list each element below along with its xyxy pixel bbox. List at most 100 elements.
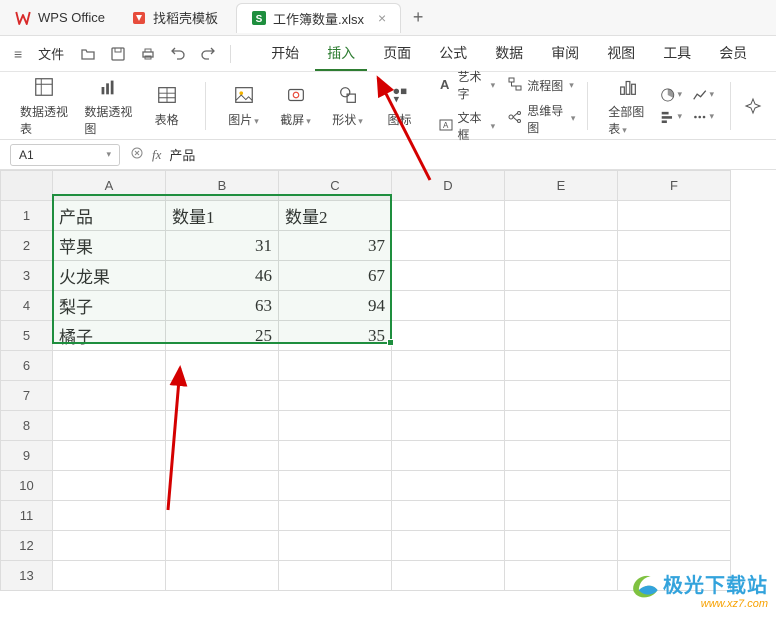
print-icon[interactable] — [134, 40, 162, 68]
cell[interactable] — [166, 561, 279, 591]
cell[interactable] — [166, 411, 279, 441]
row-header[interactable]: 9 — [1, 441, 53, 471]
cell[interactable] — [53, 441, 166, 471]
tab-template[interactable]: 找稻壳模板 — [117, 3, 232, 33]
cell[interactable]: 火龙果 — [53, 261, 166, 291]
row-header[interactable]: 2 — [1, 231, 53, 261]
wordart-button[interactable]: A 艺术字▾ — [434, 66, 500, 104]
cell[interactable] — [53, 381, 166, 411]
cell[interactable] — [166, 471, 279, 501]
cell[interactable] — [505, 351, 618, 381]
cell[interactable] — [279, 411, 392, 441]
cell[interactable]: 苹果 — [53, 231, 166, 261]
cell[interactable] — [392, 261, 505, 291]
cancel-icon[interactable] — [130, 146, 144, 163]
row-header[interactable]: 3 — [1, 261, 53, 291]
cell[interactable]: 67 — [279, 261, 392, 291]
fx-icon[interactable]: fx — [152, 147, 161, 163]
cell[interactable] — [392, 201, 505, 231]
cell[interactable] — [392, 351, 505, 381]
pivot-table-button[interactable]: 数据透视表 — [16, 73, 72, 139]
redo-icon[interactable] — [194, 40, 222, 68]
cell[interactable] — [505, 231, 618, 261]
cell[interactable] — [505, 261, 618, 291]
cell[interactable] — [392, 441, 505, 471]
menu-tab-start[interactable]: 开始 — [259, 37, 311, 71]
menu-tab-member[interactable]: 会员 — [707, 37, 759, 71]
cell[interactable] — [392, 231, 505, 261]
cell[interactable] — [618, 261, 731, 291]
row-header[interactable]: 13 — [1, 561, 53, 591]
menu-tab-view[interactable]: 视图 — [595, 37, 647, 71]
cell[interactable] — [505, 531, 618, 561]
cell[interactable] — [392, 411, 505, 441]
cell[interactable] — [166, 351, 279, 381]
cell[interactable]: 橘子 — [53, 321, 166, 351]
mindmap-button[interactable]: 思维导图▾ — [503, 100, 579, 138]
cell[interactable] — [53, 471, 166, 501]
cell[interactable]: 31 — [166, 231, 279, 261]
menu-tab-insert[interactable]: 插入 — [315, 37, 367, 71]
cell[interactable] — [505, 471, 618, 501]
screenshot-button[interactable]: 截屏▾ — [274, 81, 318, 130]
undo-icon[interactable] — [164, 40, 192, 68]
col-header-E[interactable]: E — [505, 171, 618, 201]
pivot-chart-button[interactable]: 数据透视图 — [80, 73, 136, 139]
cell[interactable] — [392, 381, 505, 411]
picture-button[interactable]: 图片▾ — [222, 81, 266, 130]
row-header[interactable]: 10 — [1, 471, 53, 501]
cell[interactable] — [505, 291, 618, 321]
cell[interactable] — [166, 381, 279, 411]
flowchart-button[interactable]: 流程图▾ — [503, 74, 579, 97]
row-header[interactable]: 6 — [1, 351, 53, 381]
cell[interactable] — [166, 501, 279, 531]
cell[interactable] — [392, 291, 505, 321]
cell[interactable] — [392, 471, 505, 501]
cell[interactable] — [618, 321, 731, 351]
cell[interactable] — [618, 501, 731, 531]
textbox-button[interactable]: A 文本框▾ — [434, 107, 500, 145]
cell[interactable] — [505, 201, 618, 231]
row-header[interactable]: 4 — [1, 291, 53, 321]
cell[interactable] — [618, 471, 731, 501]
bar-chart-icon[interactable]: ▾ — [660, 107, 682, 127]
row-header[interactable]: 7 — [1, 381, 53, 411]
cell[interactable] — [279, 351, 392, 381]
icons-button[interactable]: 图标 — [378, 81, 422, 130]
cell[interactable] — [618, 291, 731, 321]
formula-content[interactable]: 产品 — [169, 145, 195, 164]
cell[interactable] — [279, 381, 392, 411]
pie-chart-icon[interactable]: ▾ — [660, 85, 682, 105]
cell[interactable] — [392, 561, 505, 591]
cell[interactable] — [392, 321, 505, 351]
spreadsheet-grid[interactable]: A B C D E F 1 产品 数量1 数量2 2 苹果 31 37 3 火龙… — [0, 170, 731, 591]
cell[interactable]: 94 — [279, 291, 392, 321]
cell[interactable]: 25 — [166, 321, 279, 351]
cell[interactable] — [392, 531, 505, 561]
col-header-D[interactable]: D — [392, 171, 505, 201]
cell[interactable] — [166, 441, 279, 471]
menu-tab-page[interactable]: 页面 — [371, 37, 423, 71]
cell[interactable] — [618, 351, 731, 381]
cell[interactable] — [53, 501, 166, 531]
cell[interactable] — [618, 231, 731, 261]
cell[interactable]: 46 — [166, 261, 279, 291]
cell[interactable] — [53, 561, 166, 591]
open-icon[interactable] — [74, 40, 102, 68]
row-header[interactable]: 1 — [1, 201, 53, 231]
more-button[interactable] — [739, 92, 768, 120]
cell[interactable] — [505, 501, 618, 531]
row-header[interactable]: 12 — [1, 531, 53, 561]
close-icon[interactable]: × — [378, 10, 386, 26]
col-header-C[interactable]: C — [279, 171, 392, 201]
row-header[interactable]: 8 — [1, 411, 53, 441]
all-charts-button[interactable]: 全部图表▾ — [604, 73, 652, 139]
name-box[interactable]: A1 ▾ — [10, 144, 120, 166]
cell[interactable]: 35 — [279, 321, 392, 351]
line-chart-icon[interactable]: ▾ — [692, 85, 714, 105]
cell[interactable] — [505, 411, 618, 441]
cell[interactable]: 产品 — [53, 201, 166, 231]
cell[interactable] — [53, 351, 166, 381]
hamburger-icon[interactable]: ≡ — [8, 46, 28, 62]
cell[interactable] — [53, 411, 166, 441]
